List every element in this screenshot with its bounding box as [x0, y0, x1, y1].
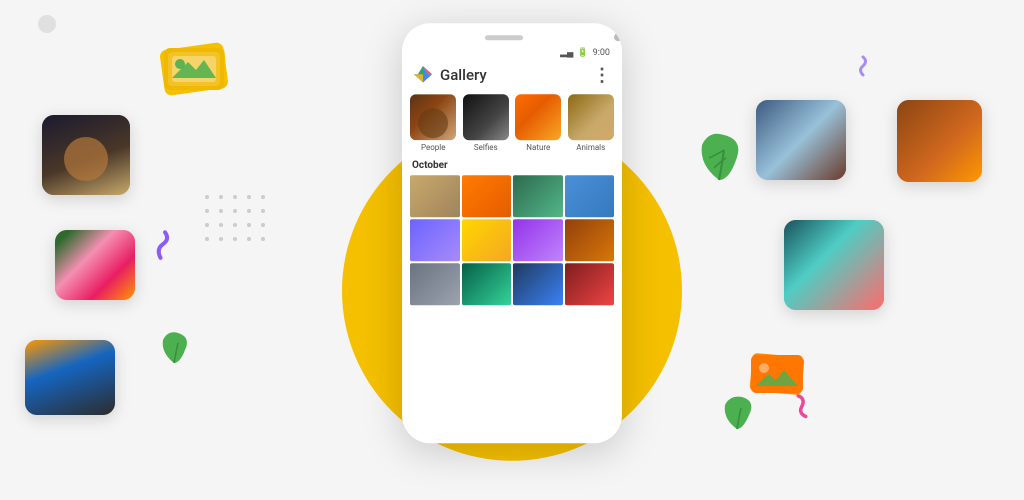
- floating-photo-3: [25, 340, 115, 415]
- leaf-decoration-2: [158, 330, 190, 373]
- photo-cell-1[interactable]: [410, 175, 460, 217]
- floating-photo-5: [784, 220, 884, 310]
- app-top-bar: Gallery ⋮: [402, 58, 622, 90]
- menu-dots[interactable]: ⋮: [593, 65, 612, 86]
- orange-image-badge: [748, 352, 806, 400]
- photo-cell-4[interactable]: [565, 175, 615, 217]
- leaf-decoration-3: [720, 394, 755, 440]
- album-nature-label: Nature: [526, 143, 550, 152]
- album-people-label: People: [421, 143, 445, 152]
- album-people[interactable]: People: [410, 94, 457, 152]
- squiggle-decoration-3: [854, 55, 872, 82]
- photo-cell-10[interactable]: [462, 263, 512, 305]
- photo-cell-2[interactable]: [462, 175, 512, 217]
- album-selfies-label: Selfies: [474, 143, 498, 152]
- app-title: Gallery: [440, 66, 587, 84]
- leaf-decoration-1: [694, 130, 744, 196]
- phone-content: People Selfies Nature Animals October: [402, 90, 622, 443]
- dot-pattern-decoration: [205, 195, 269, 245]
- album-nature-thumb: [515, 94, 561, 140]
- october-section-title: October: [410, 160, 614, 171]
- photo-cell-11[interactable]: [513, 263, 563, 305]
- floating-photo-2: [55, 230, 135, 300]
- album-animals-thumb: [568, 94, 614, 140]
- photo-cell-7[interactable]: [513, 219, 563, 261]
- squiggle-decoration-1: [145, 228, 179, 271]
- status-time: 9:00: [593, 48, 610, 58]
- album-selfies[interactable]: Selfies: [463, 94, 510, 152]
- albums-row: People Selfies Nature Animals: [410, 94, 614, 152]
- photo-cell-5[interactable]: [410, 219, 460, 261]
- album-animals[interactable]: Animals: [568, 94, 615, 152]
- photo-cell-12[interactable]: [565, 263, 615, 305]
- floating-photo-6: [897, 100, 982, 182]
- gallery-logo-icon: [412, 64, 434, 86]
- top-left-circle: [38, 15, 56, 33]
- october-section: October: [410, 160, 614, 305]
- signal-icon: ▂▄: [560, 47, 573, 58]
- phone-status-bar: ▂▄ 🔋 9:00: [402, 45, 622, 58]
- phone-speaker: [485, 35, 523, 40]
- photo-cell-3[interactable]: [513, 175, 563, 217]
- photo-grid: [410, 175, 614, 305]
- phone-camera: [614, 33, 622, 41]
- image-badge-icon: [158, 42, 230, 100]
- photo-cell-8[interactable]: [565, 219, 615, 261]
- album-animals-label: Animals: [576, 143, 605, 152]
- album-selfies-thumb: [463, 94, 509, 140]
- photo-cell-9[interactable]: [410, 263, 460, 305]
- album-nature[interactable]: Nature: [515, 94, 562, 152]
- image-icon-svg: [158, 42, 230, 96]
- phone-device: ▂▄ 🔋 9:00 Gallery ⋮ People: [402, 23, 622, 443]
- battery-icon: 🔋: [577, 48, 588, 58]
- floating-photo-4: [756, 100, 846, 180]
- album-people-thumb: [410, 94, 456, 140]
- phone-top-notch: [402, 23, 622, 45]
- photo-cell-6[interactable]: [462, 219, 512, 261]
- floating-photo-1: [42, 115, 130, 195]
